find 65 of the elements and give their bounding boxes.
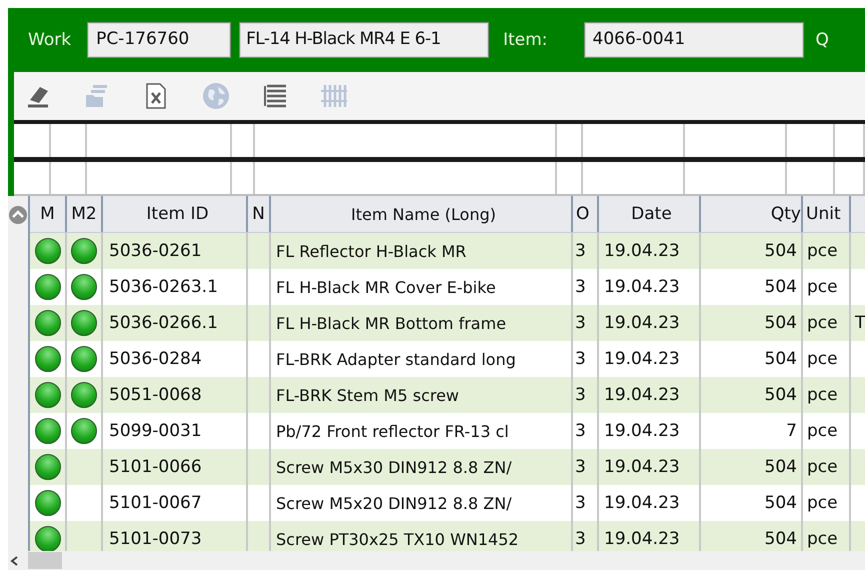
- table-cell: FL H-Black MR Bottom frame: [276, 314, 506, 332]
- scroll-left-icon[interactable]: [10, 556, 18, 566]
- table-cell: FL-BRK Stem M5 screw: [276, 386, 460, 404]
- table-cell: 3: [575, 457, 586, 477]
- table-cell: 5101-0066: [109, 457, 202, 477]
- table-cell: 5101-0067: [109, 493, 202, 513]
- table-cell: pce: [807, 421, 838, 441]
- work-description-field[interactable]: FL-14 H-Black MR4 E 6-1: [239, 22, 490, 58]
- table-cell: 19.04.23: [604, 421, 680, 441]
- table-cell: 19.04.23: [604, 529, 680, 549]
- table-cell: 3: [575, 421, 586, 441]
- scrollbar-thumb[interactable]: [28, 552, 62, 569]
- table-cell: 504: [764, 529, 797, 549]
- table-cell: pce: [807, 349, 838, 369]
- table-cell: 5036-0266.1: [109, 313, 218, 333]
- work-label: Work: [28, 30, 72, 50]
- list-icon[interactable]: [262, 82, 288, 110]
- table-cell: 5101-0073: [109, 529, 202, 549]
- table-cell: 19.04.23: [604, 493, 680, 513]
- table-cell: 5099-0031: [109, 421, 202, 441]
- table-cell: pce: [807, 493, 838, 513]
- table-cell: 5036-0263.1: [109, 277, 218, 297]
- table-cell: 3: [575, 313, 586, 333]
- horizontal-scrollbar[interactable]: [8, 551, 865, 570]
- table-cell: FL-BRK Adapter standard long: [276, 350, 516, 368]
- table-cell: 5036-0261: [109, 241, 202, 261]
- table-cell: 19.04.23: [604, 277, 680, 297]
- table-cell: Screw M5x20 DIN912 8.8 ZN/: [276, 494, 512, 512]
- work-order-field[interactable]: PC-176760: [87, 22, 232, 58]
- table-cell: pce: [807, 241, 838, 261]
- table-cell: 504: [764, 277, 797, 297]
- table-cell: 504: [764, 313, 797, 333]
- table-cell: 19.04.23: [604, 241, 680, 261]
- table-cell: pce: [807, 277, 838, 297]
- table-cell: 19.04.23: [604, 313, 680, 333]
- table-cell: 19.04.23: [604, 457, 680, 477]
- table-cell: Screw PT30x25 TX10 WN1452: [276, 530, 519, 548]
- table-cell: pce: [807, 457, 838, 477]
- table-cell: 3: [575, 241, 586, 261]
- field-label: Q: [816, 30, 829, 50]
- table-cell: 504: [764, 493, 797, 513]
- table-cell: 504: [764, 385, 797, 405]
- table-cell: 3: [575, 385, 586, 405]
- table-cell: pce: [807, 313, 838, 333]
- table-cell: 3: [575, 349, 586, 369]
- table-cell: pce: [807, 385, 838, 405]
- collapse-icon[interactable]: [8, 205, 28, 225]
- table-cell: 3: [575, 493, 586, 513]
- table-cell: 3: [575, 277, 586, 297]
- table-cell: Screw M5x30 DIN912 8.8 ZN/: [276, 458, 512, 476]
- table-cell: 504: [764, 241, 797, 261]
- table-cell: 7: [786, 421, 797, 441]
- item-id-field[interactable]: 4066-0041: [584, 22, 804, 58]
- item-label: Item:: [503, 30, 548, 50]
- table-cell: 504: [764, 457, 797, 477]
- table-cell: FL H-Black MR Cover E-bike: [276, 278, 496, 296]
- table-cell: 3: [575, 529, 586, 549]
- table-cell: Pb/72 Front reflector FR-13 cl: [276, 422, 509, 440]
- table-cell: pce: [807, 529, 838, 549]
- table-cell: 19.04.23: [604, 349, 680, 369]
- table-cell: 5051-0068: [109, 385, 202, 405]
- table-cell: 19.04.23: [604, 385, 680, 405]
- table-cell: FL Reflector H-Black MR: [276, 242, 466, 260]
- table-cell: 504: [764, 349, 797, 369]
- table-cell: 5036-0284: [109, 349, 202, 369]
